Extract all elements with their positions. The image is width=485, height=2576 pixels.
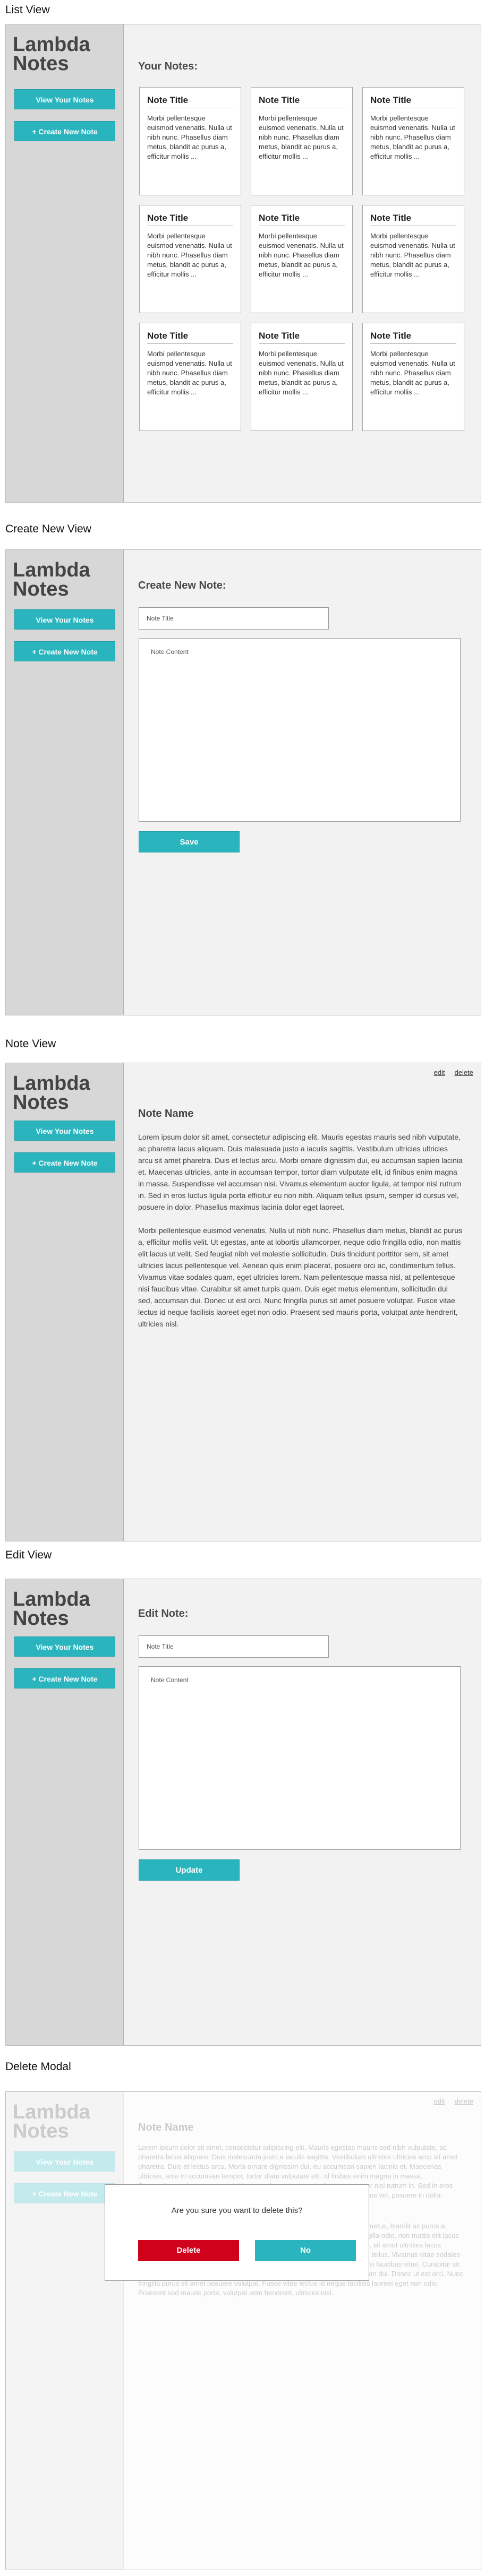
note-card-text: Morbi pellentesque euismod venenatis. Nu… (370, 350, 455, 396)
brand-logo: Lambda Notes (13, 1072, 90, 1114)
page-title: Edit Note: (138, 1608, 189, 1619)
note-card[interactable]: Note Title Morbi pellentesque euismod ven… (251, 205, 353, 313)
view-notes-button[interactable]: View Your Notes (14, 89, 115, 109)
section-title-list-view: List View (5, 4, 50, 16)
note-card-text: Morbi pellentesque euismod venenatis. Nu… (370, 232, 455, 278)
create-note-button[interactable]: + Create New Note (14, 1668, 115, 1688)
note-card[interactable]: Note Title Morbi pellentesque euismod ven… (362, 323, 464, 431)
note-card[interactable]: Note Title Morbi pellentesque euismod ven… (139, 323, 241, 431)
note-paragraph: Morbi pellentesque euismod venenatis. Nu… (138, 1226, 463, 1328)
note-card[interactable]: Note Title Morbi pellentesque euismod ven… (362, 87, 464, 195)
page-title: Your Notes: (138, 61, 198, 72)
note-card-title: Note Title (370, 331, 456, 344)
delete-button[interactable]: Delete (138, 2240, 239, 2261)
note-card[interactable]: Note Title Morbi pellentesque euismod ven… (139, 205, 241, 313)
section-title-create-view: Create New View (5, 523, 91, 535)
section-title-note-view: Note View (5, 1038, 56, 1050)
note-card-text: Morbi pellentesque euismod venenatis. Nu… (147, 114, 232, 160)
note-card-title: Note Title (259, 213, 345, 226)
note-card-text: Morbi pellentesque euismod venenatis. Nu… (259, 350, 344, 396)
modal-question: Are you sure you want to delete this? (171, 2206, 303, 2215)
sidebar: Lambda Notes View Your Notes + Create Ne… (6, 1063, 124, 1541)
note-body: Lorem ipsum dolor sit amet, consectetur … (138, 1131, 463, 1330)
note-content-textarea[interactable]: Note Content (139, 1666, 461, 1850)
note-card[interactable]: Note Title Morbi pellentesque euismod ven… (251, 87, 353, 195)
modal-overlay[interactable] (6, 2092, 481, 2570)
delete-modal-frame: Lambda Notes View Your Notes + Create Ne… (5, 2091, 481, 2570)
note-title: Note Name (138, 1108, 194, 1119)
sidebar: Lambda Notes View Your Notes + Create Ne… (6, 550, 124, 1015)
note-content-textarea[interactable]: Note Content (139, 638, 461, 822)
note-card[interactable]: Note Title Morbi pellentesque euismod ven… (362, 205, 464, 313)
create-view-frame: Lambda Notes View Your Notes + Create Ne… (5, 549, 481, 1015)
note-card-title: Note Title (370, 95, 456, 108)
note-card-title: Note Title (147, 95, 233, 108)
note-card-title: Note Title (147, 331, 233, 344)
save-button[interactable]: Save (139, 831, 240, 852)
main-content: edit delete Note Name Lorem ipsum dolor s… (124, 1063, 481, 1541)
create-note-button[interactable]: + Create New Note (14, 121, 115, 141)
brand-logo: Lambda Notes (13, 559, 90, 600)
sidebar: Lambda Notes View Your Notes + Create Ne… (6, 1579, 124, 2045)
main-content: Your Notes: Note Title Morbi pellentesque… (124, 24, 481, 502)
note-title-input[interactable]: Note Title (139, 607, 329, 630)
note-card[interactable]: Note Title Morbi pellentesque euismod ven… (251, 323, 353, 431)
view-notes-button[interactable]: View Your Notes (14, 1636, 115, 1657)
note-title-input[interactable]: Note Title (139, 1635, 329, 1658)
section-title-delete-modal: Delete Modal (5, 2061, 71, 2073)
edit-view-frame: Lambda Notes View Your Notes + Create Ne… (5, 1579, 481, 2046)
list-view-frame: Lambda Notes View Your Notes + Create Ne… (5, 24, 481, 503)
delete-confirm-modal: Are you sure you want to delete this? De… (105, 2184, 369, 2281)
note-view-frame: Lambda Notes View Your Notes + Create Ne… (5, 1063, 481, 1541)
notes-grid: Note Title Morbi pellentesque euismod ven… (139, 87, 464, 431)
main-content: Edit Note: Note Title Note Content Updat… (124, 1579, 481, 2045)
no-button[interactable]: No (255, 2240, 356, 2261)
note-card-text: Morbi pellentesque euismod venenatis. Nu… (370, 114, 455, 160)
main-content: Create New Note: Note Title Note Content… (124, 550, 481, 1015)
note-card-text: Morbi pellentesque euismod venenatis. Nu… (259, 232, 344, 278)
note-card[interactable]: Note Title Morbi pellentesque euismod ven… (139, 87, 241, 195)
brand-logo: Lambda Notes (13, 33, 90, 75)
section-title-edit-view: Edit View (5, 1549, 52, 1561)
view-notes-button[interactable]: View Your Notes (14, 1121, 115, 1141)
note-card-title: Note Title (370, 213, 456, 226)
page-title: Create New Note: (138, 580, 226, 591)
note-actions: edit delete (424, 1069, 473, 1076)
note-card-text: Morbi pellentesque euismod venenatis. Nu… (147, 232, 232, 278)
note-card-title: Note Title (259, 95, 345, 108)
update-button[interactable]: Update (139, 1859, 240, 1881)
note-card-title: Note Title (259, 331, 345, 344)
note-card-text: Morbi pellentesque euismod venenatis. Nu… (259, 114, 344, 160)
note-card-text: Morbi pellentesque euismod venenatis. Nu… (147, 350, 232, 396)
create-note-button[interactable]: + Create New Note (14, 641, 115, 661)
view-notes-button[interactable]: View Your Notes (14, 609, 115, 630)
sidebar: Lambda Notes View Your Notes + Create Ne… (6, 24, 124, 502)
edit-link[interactable]: edit (434, 1069, 445, 1076)
delete-link[interactable]: delete (455, 1069, 473, 1076)
note-card-title: Note Title (147, 213, 233, 226)
create-note-button[interactable]: + Create New Note (14, 1152, 115, 1173)
brand-logo: Lambda Notes (13, 1588, 90, 1630)
note-paragraph: Lorem ipsum dolor sit amet, consectetur … (138, 1133, 463, 1211)
